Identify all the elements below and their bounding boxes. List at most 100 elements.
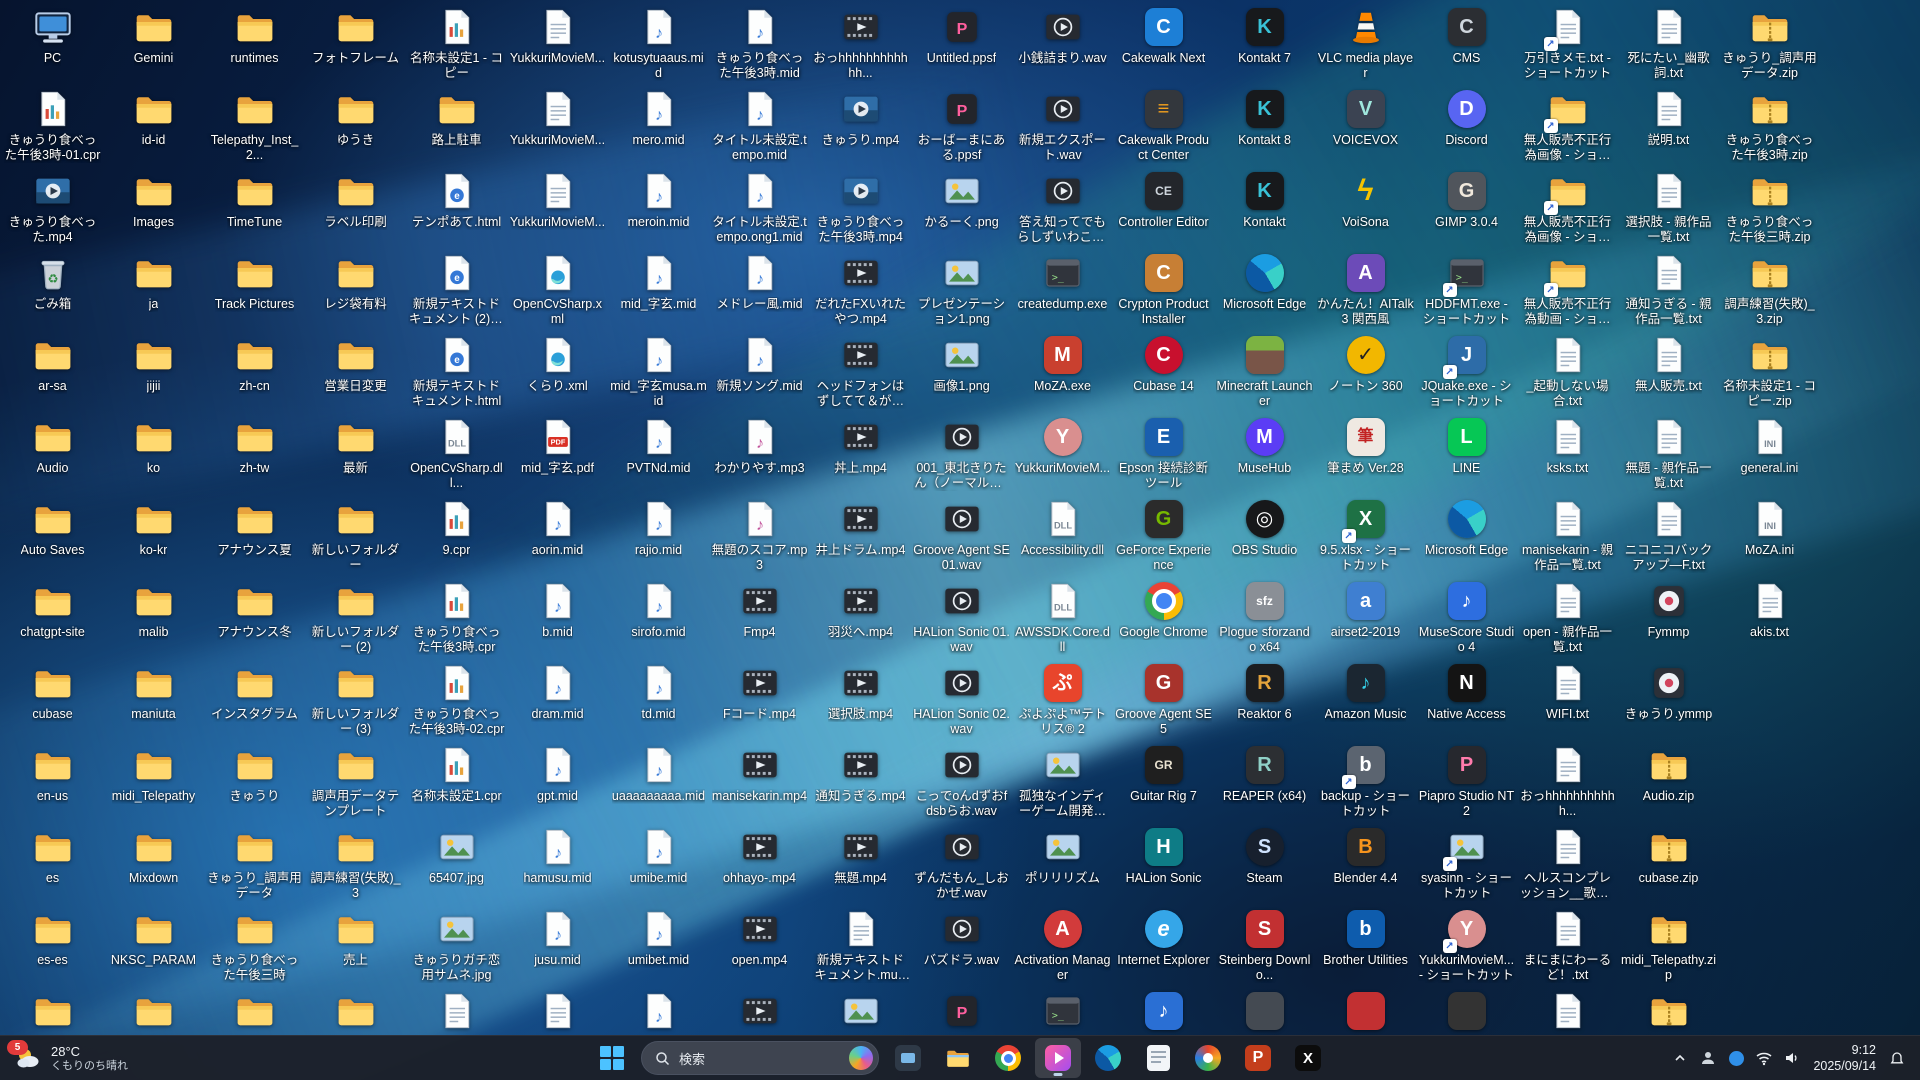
tray-person-icon[interactable] [1695,1040,1721,1076]
desktop-icon[interactable]: きゅうり [204,740,305,822]
desktop-icon[interactable]: 選択肢.mp4 [810,658,911,740]
search-input[interactable]: 検索 [641,1041,879,1075]
desktop-icon[interactable]: 選択肢 - 親作品一覧.txt [1618,166,1719,248]
desktop-icon[interactable]: ♪rajio.mid [608,494,709,576]
desktop-icon[interactable]: ↗syasinn - ショートカット [1416,822,1517,904]
x-app-button[interactable]: X [1285,1038,1331,1078]
desktop-icon[interactable]: zh-cn [204,330,305,412]
desktop-icon[interactable]: INIgeneral.ini [1719,412,1820,494]
desktop-icon[interactable]: ko [103,412,204,494]
desktop-icon[interactable]: GGeForce Experience [1113,494,1214,576]
desktop-icon[interactable]: eテンポあて.html [406,166,507,248]
desktop-icon[interactable]: jijii [103,330,204,412]
desktop-icon[interactable]: 名称未設定1.cpr [406,740,507,822]
desktop-icon[interactable]: RREAPER (x64) [1214,740,1315,822]
desktop-icon[interactable]: ♪umibet.mid [608,904,709,986]
desktop-icon[interactable]: es-es [2,904,103,986]
desktop-icon[interactable]: Track Pictures [204,248,305,330]
desktop-icon[interactable]: ar-sa [2,330,103,412]
desktop-icon[interactable]: ♪meroin.mid [608,166,709,248]
desktop-icon[interactable]: manisekarin - 親作品一覧.txt [1517,494,1618,576]
desktop-icon[interactable]: ♻ごみ箱 [2,248,103,330]
desktop-icon[interactable]: MMuseHub [1214,412,1315,494]
desktop-icon[interactable]: cubase.zip [1618,822,1719,904]
desktop-icon[interactable]: きゅうり食べった.mp4 [2,166,103,248]
desktop-icon[interactable]: ♪メドレー風.mid [709,248,810,330]
desktop-icon[interactable]: YYukkuriMovieM... [1012,412,1113,494]
desktop-icon[interactable]: PC [2,2,103,84]
desktop-icon[interactable]: ♪sirofo.mid [608,576,709,658]
desktop-icon[interactable]: DLLOpenCvSharp.dll... [406,412,507,494]
desktop-icon[interactable]: おっhhhhhhhhhhh... [1517,740,1618,822]
desktop-icon[interactable]: e新規テキストドキュメント (2).html [406,248,507,330]
desktop-icon[interactable]: PUntitled.ppsf [911,2,1012,84]
desktop-icon[interactable]: HALion Sonic 02.wav [911,658,1012,740]
desktop-icon[interactable]: ♪きゅうり食べった午後3時.mid [709,2,810,84]
desktop-icon[interactable]: NNative Access [1416,658,1517,740]
desktop-icon[interactable]: こっでoんdずおfdsbらお.wav [911,740,1012,822]
desktop-icon[interactable]: GRGuitar Rig 7 [1113,740,1214,822]
desktop-icon[interactable]: プレゼンテーション1.png [911,248,1012,330]
desktop-icon[interactable]: まにまにわーるど！.txt [1517,904,1618,986]
desktop-icon[interactable]: BBlender 4.4 [1315,822,1416,904]
desktop-icon[interactable]: ✓ノートン 360 [1315,330,1416,412]
desktop-icon[interactable]: 調声練習(失敗)_3 [305,822,406,904]
desktop-icon[interactable]: Microsoft Edge [1214,248,1315,330]
desktop-icon[interactable]: ♪タイトル未設定.tempo.mid [709,84,810,166]
desktop-icon[interactable]: ♪mid_字玄musa.mid [608,330,709,412]
desktop-icon[interactable]: ϟVoiSona [1315,166,1416,248]
desktop-icon[interactable]: LLINE [1416,412,1517,494]
desktop-icon[interactable]: e新規テキストドキュメント.html [406,330,507,412]
desktop-icon[interactable]: だれたFXいれたやつ.mp4 [810,248,911,330]
file-explorer-button[interactable] [935,1038,981,1078]
desktop-icon[interactable]: ♪umibe.mid [608,822,709,904]
desktop-icon[interactable]: Minecraft Launcher [1214,330,1315,412]
desktop-icon[interactable]: ♪わかりやす.mp3 [709,412,810,494]
desktop-icon[interactable]: Mixdown [103,822,204,904]
desktop-icon[interactable]: maniuta [103,658,204,740]
desktop-icon[interactable]: KKontakt 8 [1214,84,1315,166]
desktop-icon[interactable]: ずんだもん_しおかぜ.wav [911,822,1012,904]
desktop-icon[interactable]: runtimes [204,2,305,84]
desktop-icon[interactable]: 無題.mp4 [810,822,911,904]
desktop-icon[interactable]: ニコニコバックアップ—F.txt [1618,494,1719,576]
desktop-icon[interactable]: ゆうき [305,84,406,166]
desktop-icon[interactable]: ↗万引きメモ.txt - ショートカット [1517,2,1618,84]
pink-media-app-button[interactable] [1035,1038,1081,1078]
desktop-icon[interactable]: ♪uaaaaaaaaa.mid [608,740,709,822]
desktop-icon[interactable]: ♪gpt.mid [507,740,608,822]
desktop-icon[interactable]: 死にたい_幽歌詞.txt [1618,2,1719,84]
desktop-icon[interactable]: おっhhhhhhhhhhhh... [810,2,911,84]
desktop-icon[interactable]: 通知うぎる.mp4 [810,740,911,822]
clock[interactable]: 9:12 2025/09/14 [1807,1042,1882,1075]
color-circle-browser-app-button[interactable] [1185,1038,1231,1078]
desktop-icon[interactable]: フォトフレーム [305,2,406,84]
desktop-icon[interactable]: CCakewalk Next [1113,2,1214,84]
desktop-icon[interactable]: >_↗HDDFMT.exe - ショートカット [1416,248,1517,330]
desktop-icon[interactable]: きゅうり.ymmp [1618,658,1719,740]
desktop-icon[interactable]: ♪td.mid [608,658,709,740]
desktop-icon[interactable]: GGIMP 3.0.4 [1416,166,1517,248]
desktop-icon[interactable]: 無人販売.txt [1618,330,1719,412]
desktop-icon[interactable]: Fコード.mp4 [709,658,810,740]
desktop-icon[interactable]: 答え知ってでもらしずいわこれ.wav [1012,166,1113,248]
volume-icon[interactable] [1779,1040,1805,1076]
desktop-icon[interactable]: 001_東北きりたん（ノーマル）_今しゃ... [911,412,1012,494]
desktop-icon[interactable]: J↗JQuake.exe - ショートカット [1416,330,1517,412]
desktop-icon[interactable]: ko-kr [103,494,204,576]
desktop-icon[interactable]: 筆筆まめ Ver.28 [1315,412,1416,494]
desktop-icon[interactable]: アナウンス夏 [204,494,305,576]
desktop-icon[interactable]: ↗無人販売不正行為画像 - ショートカット [1517,166,1618,248]
desktop-icon[interactable]: 新規エクスポート.wav [1012,84,1113,166]
notification-bell-icon[interactable] [1884,1040,1910,1076]
desktop-icon[interactable]: YukkuriMovieM... [507,84,608,166]
desktop-icon[interactable]: ♪aorin.mid [507,494,608,576]
desktop-icon[interactable]: ksks.txt [1517,412,1618,494]
desktop-icon[interactable]: midi_Telepathy [103,740,204,822]
desktop-icon[interactable]: DLLAWSSDK.Core.dll [1012,576,1113,658]
desktop-icon[interactable]: 小銭詰まり.wav [1012,2,1113,84]
desktop-icon[interactable]: NKSC_PARAM [103,904,204,986]
desktop-icon[interactable]: ♪MuseScore Studio 4 [1416,576,1517,658]
desktop-icon[interactable]: きゅうり食べった午後3時-02.cpr [406,658,507,740]
desktop-icon[interactable]: X↗9.5.xlsx - ショートカット [1315,494,1416,576]
